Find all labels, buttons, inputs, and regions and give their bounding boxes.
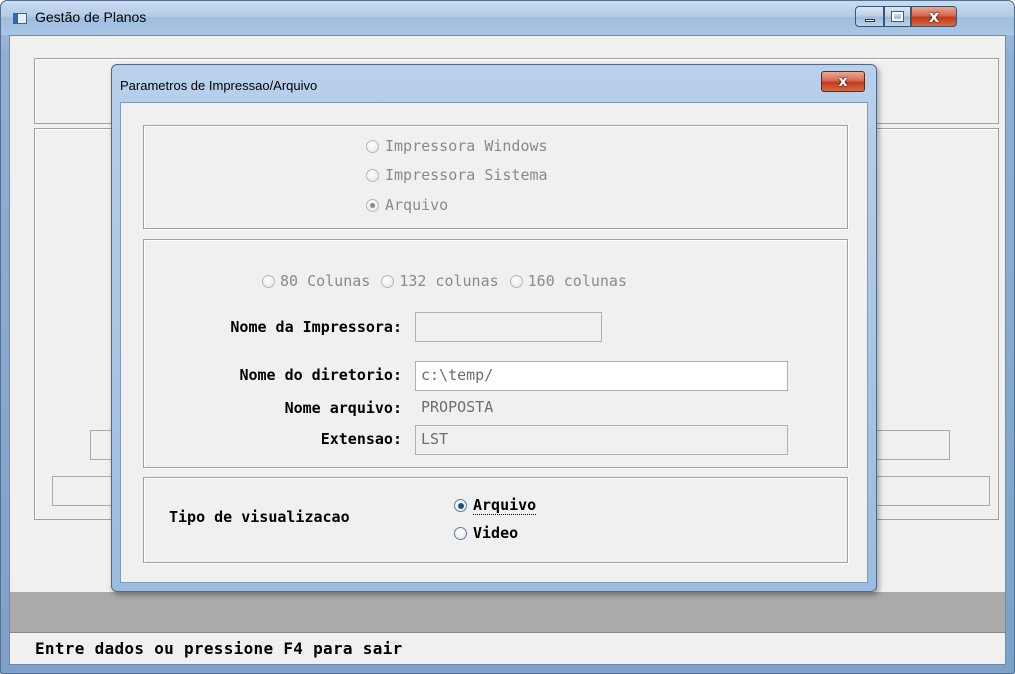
print-parameters-group: 80 Colunas 132 colunas 160 colunas Nome … xyxy=(143,239,848,468)
radio-button-icon xyxy=(454,499,467,512)
radio-button-icon xyxy=(366,139,379,153)
dialog-close-button[interactable]: x xyxy=(821,71,865,92)
minimize-icon xyxy=(864,19,875,22)
radio-label-160-colunas: 160 colunas xyxy=(527,272,627,290)
dialog-title: Parametros de Impressao/Arquivo xyxy=(120,78,318,93)
close-icon: x xyxy=(838,73,848,90)
close-icon: x xyxy=(928,7,940,26)
main-title-bar[interactable]: Gestão de Planos x xyxy=(1,1,1014,35)
radio-view-video[interactable]: Video xyxy=(454,524,518,542)
radio-button-icon xyxy=(454,526,467,540)
file-name-label: Nome arquivo: xyxy=(284,399,402,417)
radio-button-icon[interactable] xyxy=(262,274,275,288)
gray-band xyxy=(10,592,1005,632)
column-options: 80 Colunas 132 colunas 160 colunas xyxy=(262,272,627,290)
radio-button-icon[interactable] xyxy=(509,274,523,288)
radio-button-icon[interactable] xyxy=(381,274,395,288)
directory-field[interactable]: c:\temp/ xyxy=(415,361,788,391)
output-destination-group: Impressora Windows Impressora Sistema Ar… xyxy=(143,125,848,229)
radio-label: Arquivo xyxy=(473,496,537,515)
minimize-button[interactable] xyxy=(855,6,884,27)
radio-impressora-sistema[interactable]: Impressora Sistema xyxy=(366,166,548,184)
radio-label: Arquivo xyxy=(385,196,449,214)
extension-label: Extensao: xyxy=(320,430,402,448)
dialog-client-area: Impressora Windows Impressora Sistema Ar… xyxy=(120,102,868,583)
radio-impressora-windows[interactable]: Impressora Windows xyxy=(366,137,548,155)
main-window-title: Gestão de Planos xyxy=(35,9,147,25)
radio-label: Video xyxy=(473,524,519,542)
file-name-field[interactable]: PROPOSTA xyxy=(415,393,788,423)
status-text: Entre dados ou pressione F4 para sair xyxy=(35,639,403,658)
view-type-group: Tipo de visualizacao Arquivo Video xyxy=(143,477,848,563)
radio-label-80-colunas: 80 Colunas xyxy=(280,272,371,290)
view-type-label: Tipo de visualizacao xyxy=(169,508,350,526)
directory-label: Nome do diretorio: xyxy=(239,366,402,384)
radio-button-icon xyxy=(366,198,379,212)
radio-view-arquivo[interactable]: Arquivo xyxy=(454,496,537,515)
radio-button-icon xyxy=(366,168,379,182)
extension-field[interactable]: LST xyxy=(415,425,788,455)
window-app-icon xyxy=(13,13,27,24)
main-close-button[interactable]: x xyxy=(911,6,957,27)
print-parameters-dialog: Parametros de Impressao/Arquivo x Impres… xyxy=(111,64,877,592)
printer-name-field[interactable] xyxy=(415,312,602,342)
radio-label: Impressora Sistema xyxy=(385,166,548,184)
radio-label: Impressora Windows xyxy=(385,137,548,155)
maximize-button[interactable] xyxy=(884,6,911,27)
radio-arquivo-output[interactable]: Arquivo xyxy=(366,196,448,214)
radio-label-132-colunas: 132 colunas xyxy=(399,272,499,290)
printer-name-label: Nome da Impressora: xyxy=(230,318,402,336)
maximize-icon xyxy=(891,11,904,22)
status-bar: Entre dados ou pressione F4 para sair xyxy=(10,632,1005,664)
